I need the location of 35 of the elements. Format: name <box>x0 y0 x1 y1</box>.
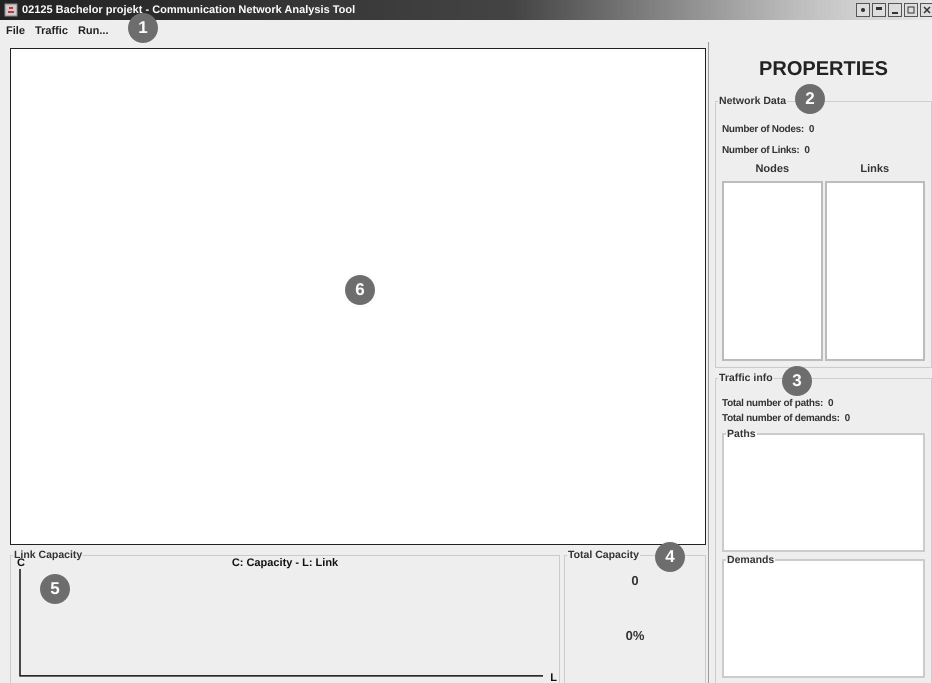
maximize-icon <box>907 6 915 14</box>
stat-text: Number of Links: 0 <box>722 144 811 158</box>
pin-button[interactable] <box>856 3 870 17</box>
capacity-value: 0 <box>630 573 640 588</box>
stat-text: Total number of demands: 0 <box>722 412 851 426</box>
capacity-percent: 0% <box>624 628 646 643</box>
callout-badge: 3 <box>782 366 812 396</box>
maximize-button[interactable] <box>904 3 918 17</box>
panel-legend: Network Data <box>718 95 788 107</box>
menu-item[interactable]: Traffic <box>34 25 68 37</box>
menu-item[interactable]: Run... <box>78 25 109 37</box>
panel-legend: Paths <box>726 428 757 440</box>
list-box[interactable]: Demands <box>722 554 925 678</box>
rollup-button[interactable] <box>872 3 886 17</box>
callout-badge: 2 <box>795 84 825 114</box>
chart-caption: C: Capacity - L: Link <box>232 557 338 569</box>
axis-label: L <box>550 672 557 683</box>
callout-badge: 4 <box>655 542 685 572</box>
stat-text: Total number of paths: 0 <box>722 397 834 411</box>
list-box[interactable]: Paths <box>722 428 925 552</box>
minimize-button[interactable] <box>888 3 902 17</box>
app-icon <box>4 3 18 17</box>
panel-legend: Traffic info <box>718 372 774 384</box>
window-title: 02125 Bachelor projekt - Communication Network Analysis Tool <box>22 4 356 16</box>
list-heading: Links <box>859 162 890 177</box>
list-heading: Nodes <box>754 162 790 177</box>
dot-icon <box>859 6 867 14</box>
close-button[interactable] <box>920 3 932 17</box>
properties-heading: PROPERTIES <box>758 57 889 82</box>
menu-item[interactable]: File <box>6 25 25 37</box>
panel-legend: Total Capacity <box>567 549 640 561</box>
callout-badge: 5 <box>40 574 70 604</box>
panel-legend: Demands <box>726 554 776 566</box>
close-icon <box>923 6 931 14</box>
stat-text: Number of Nodes: 0 <box>722 123 816 137</box>
